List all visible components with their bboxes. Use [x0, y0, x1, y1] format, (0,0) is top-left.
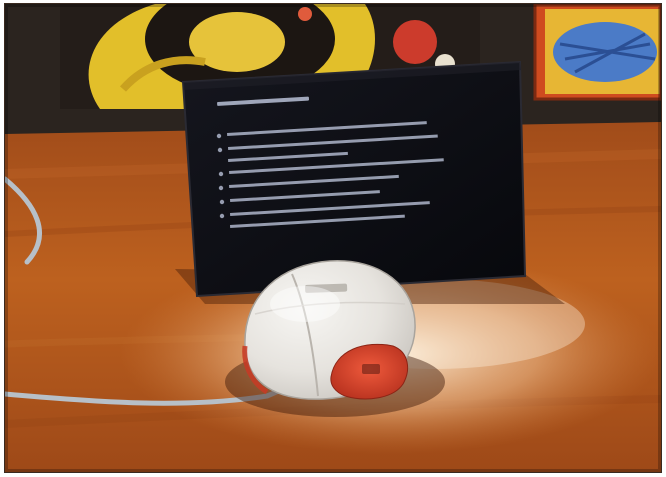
background-picture-right	[533, 4, 661, 101]
photo-frame	[4, 3, 662, 473]
desk-scene-photo	[5, 4, 661, 472]
standing-screen	[181, 60, 527, 298]
